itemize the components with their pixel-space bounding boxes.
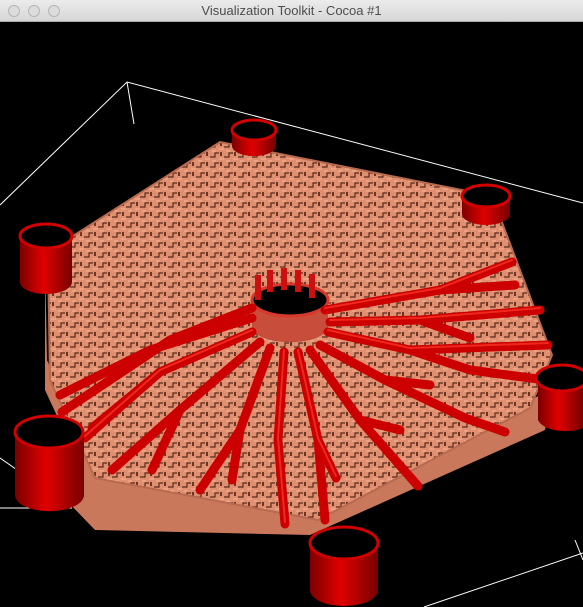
pillar-top-right (460, 183, 512, 225)
pillar-top (230, 118, 278, 156)
pillar-right (534, 363, 583, 432)
render-scene (0, 81, 583, 607)
window-title: Visualization Toolkit - Cocoa #1 (201, 3, 382, 18)
render-viewport[interactable] (0, 22, 583, 607)
pillar-bottom-left (13, 414, 85, 512)
vtk-window: Visualization Toolkit - Cocoa #1 (0, 0, 583, 607)
pillar-left (18, 222, 74, 294)
pillar-bottom (308, 525, 380, 606)
title-bar[interactable]: Visualization Toolkit - Cocoa #1 (0, 0, 583, 22)
